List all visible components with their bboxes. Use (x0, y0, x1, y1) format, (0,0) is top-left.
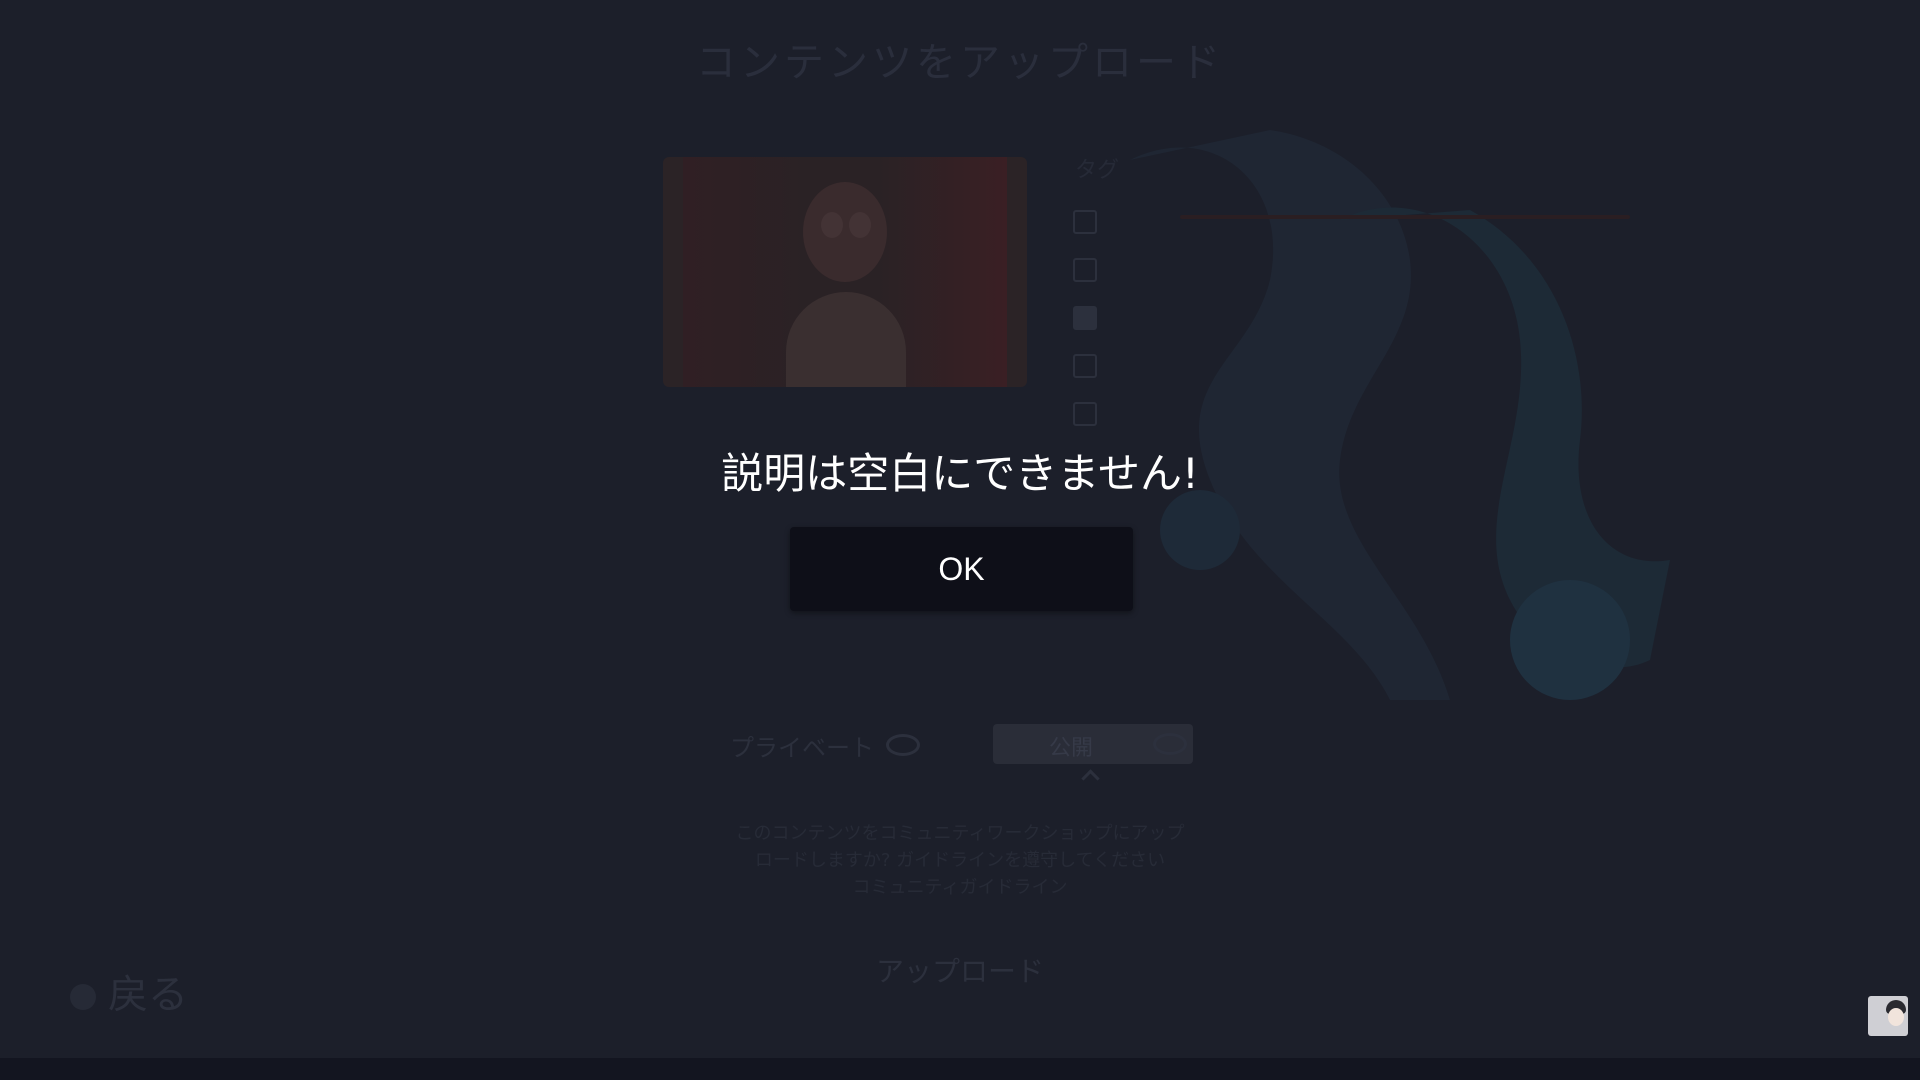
upload-screen: コンテンツをアップロード タグ プライベート 公開 このコンテンツをコミュニティ… (0, 0, 1920, 1080)
user-avatar (1868, 996, 1908, 1036)
ok-button[interactable]: OK (790, 527, 1133, 611)
dialog-message: 説明は空白にできません! (721, 449, 1199, 498)
